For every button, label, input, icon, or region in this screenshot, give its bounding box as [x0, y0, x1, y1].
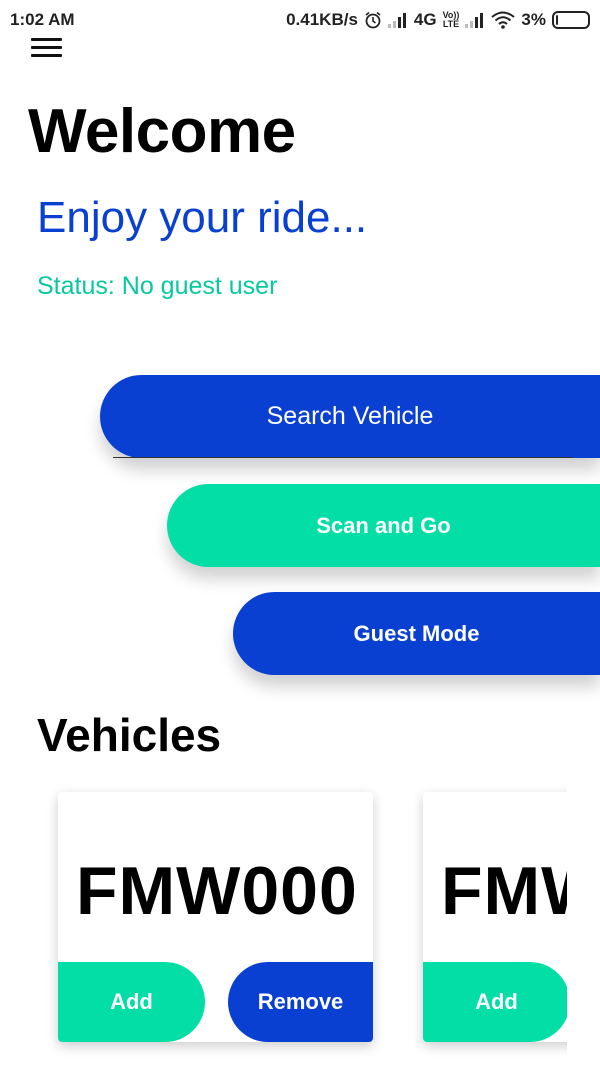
status-icons: 0.41KB/s 4G Vo)) LTE 3%: [286, 9, 590, 31]
guest-status-text: Status: No guest user: [37, 272, 278, 300]
page-subtitle: Enjoy your ride...: [37, 193, 368, 242]
network-type: 4G: [413, 10, 437, 29]
vehicles-heading: Vehicles: [37, 709, 222, 761]
remove-vehicle-button[interactable]: Remove: [228, 962, 373, 1042]
vehicles-carousel[interactable]: FMW000 Add Remove FMW Add: [0, 780, 567, 1067]
search-vehicle-button[interactable]: Search Vehicle: [100, 375, 600, 458]
guest-mode-button[interactable]: Guest Mode: [233, 592, 600, 675]
volte-icon: Vo)) LTE: [442, 10, 460, 29]
vehicle-card: FMW000 Add Remove: [58, 792, 373, 1042]
divider: [113, 457, 573, 458]
scan-and-go-button[interactable]: Scan and Go: [167, 484, 600, 567]
network-speed: 0.41KB/s: [286, 10, 358, 29]
signal-icon-2: [465, 12, 485, 28]
battery-icon: [552, 11, 590, 29]
alarm-icon: [364, 11, 382, 29]
add-vehicle-button[interactable]: Add: [423, 962, 567, 1042]
battery-percent: 3%: [521, 10, 546, 29]
status-time: 1:02 AM: [10, 10, 75, 29]
add-vehicle-button[interactable]: Add: [58, 962, 205, 1042]
hamburger-menu-icon[interactable]: [31, 36, 62, 58]
page-title: Welcome: [28, 97, 296, 166]
wifi-icon: [491, 11, 516, 29]
vehicle-plate: FMW000: [76, 853, 358, 929]
status-bar: 1:02 AM 0.41KB/s 4G Vo)) LTE 3%: [0, 0, 600, 36]
vehicle-plate: FMW: [441, 853, 567, 929]
signal-icon: [387, 12, 408, 28]
vehicle-card: FMW Add: [423, 792, 567, 1042]
